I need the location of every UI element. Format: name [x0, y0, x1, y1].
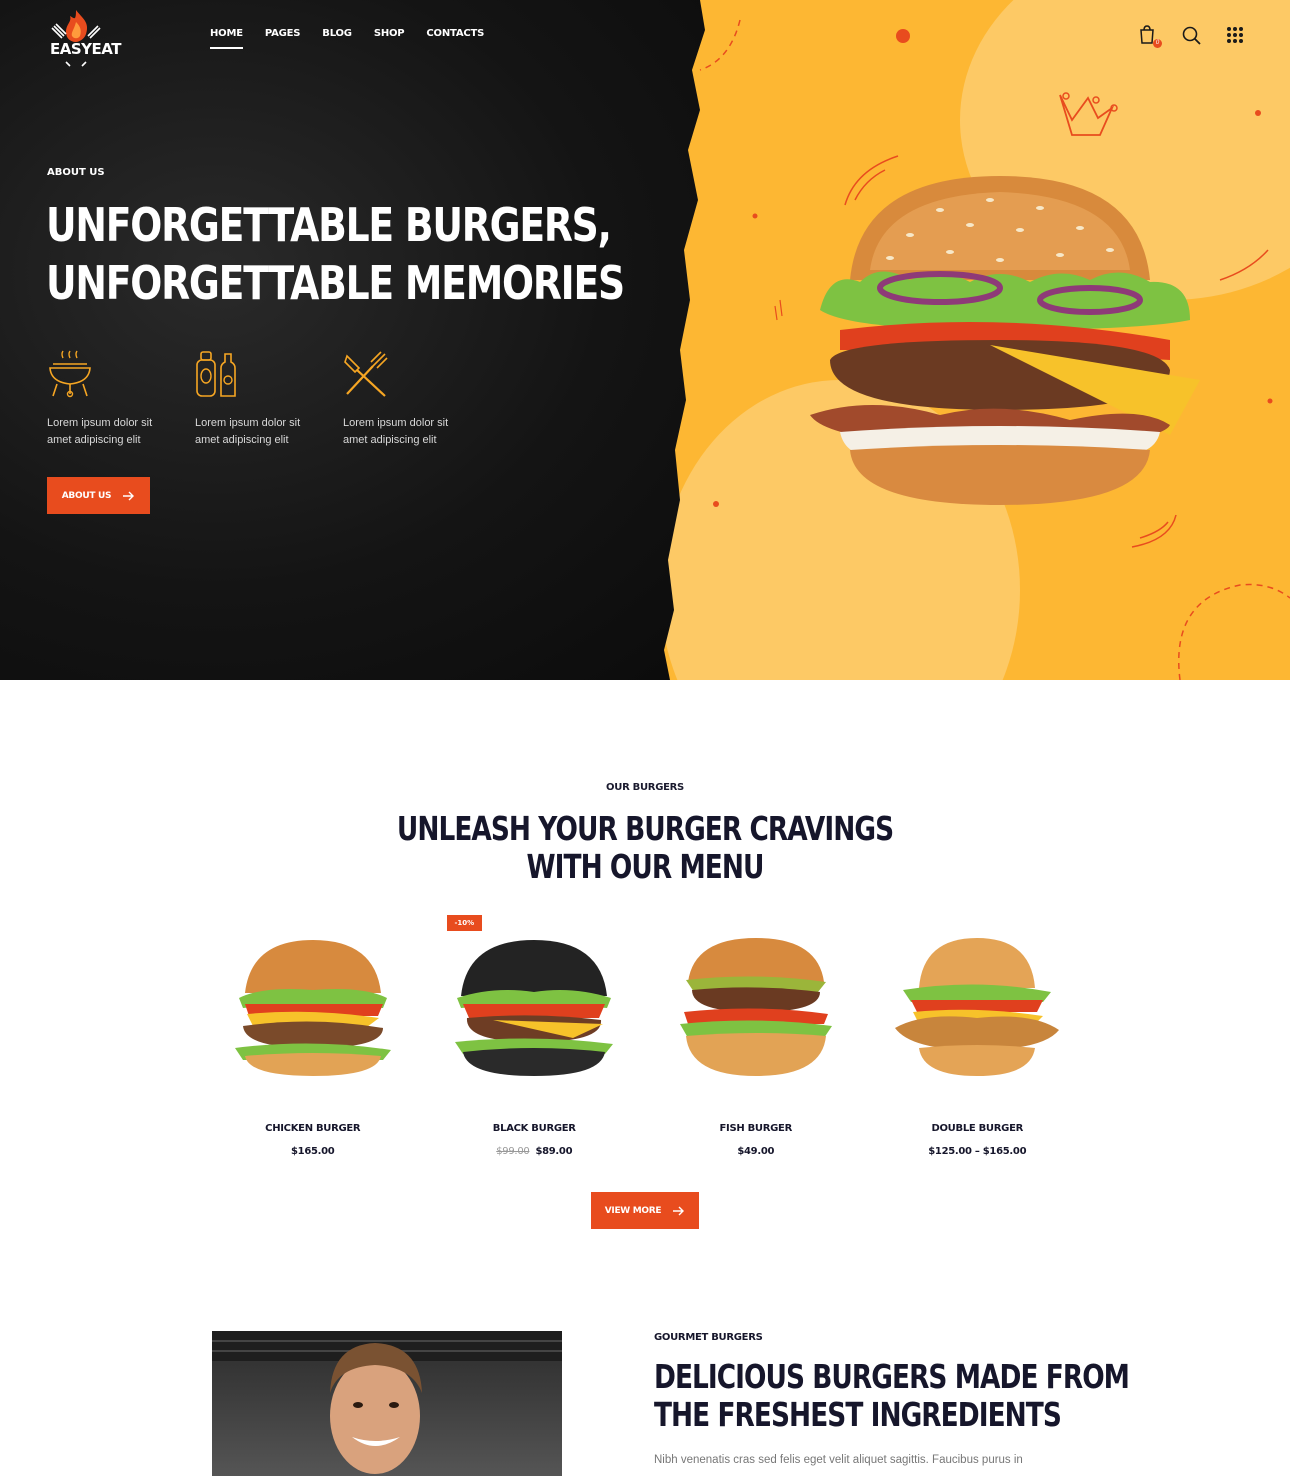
menu-title-line2: WITH OUR MENU: [526, 847, 765, 886]
product-card[interactable]: -10% BLACK BURGER $99.00 $89.00: [424, 915, 646, 1157]
product-name[interactable]: BLACK BURGER: [424, 1123, 646, 1134]
product-image[interactable]: [645, 920, 867, 1095]
logo-flame-icon[interactable]: [46, 6, 106, 68]
menu-eyebrow: OUR BURGERS: [606, 782, 684, 793]
sauce-bottles-icon: [196, 351, 236, 397]
hero-section: EASYEAT HOME PAGES BLOG SHOP CONTACTS 0 …: [0, 0, 1290, 680]
feature-text: Lorem ipsum dolor sit amet adipiscing el…: [47, 417, 153, 446]
cart-count-badge: 0: [1153, 39, 1162, 48]
spatula-fork-icon: [344, 351, 388, 397]
product-image[interactable]: [867, 920, 1089, 1095]
product-name[interactable]: CHICKEN BURGER: [202, 1123, 424, 1134]
product-price: $99.00 $89.00: [424, 1146, 646, 1157]
arrow-right-icon: [123, 491, 135, 500]
product-old-price: $99.00: [496, 1146, 530, 1157]
product-image[interactable]: [424, 920, 646, 1095]
product-list: CHICKEN BURGER $165.00 -10% BLACK BURGER…: [202, 915, 1089, 1157]
about-us-button[interactable]: ABOUT US: [47, 477, 150, 514]
gourmet-eyebrow: GOURMET BURGERS: [654, 1332, 763, 1343]
nav-shop[interactable]: SHOP: [374, 28, 405, 39]
chef-photo: [212, 1331, 562, 1476]
product-name[interactable]: FISH BURGER: [645, 1123, 867, 1134]
arrow-right-icon: [673, 1206, 685, 1215]
feature-item: Lorem ipsum dolor sit amet adipiscing el…: [343, 350, 473, 449]
gourmet-title-line2: THE FRESHEST INGREDIENTS: [654, 1395, 1062, 1434]
product-price: $125.00 – $165.00: [867, 1146, 1089, 1157]
search-icon[interactable]: [1180, 24, 1202, 46]
hero-eyebrow: ABOUT US: [47, 167, 105, 178]
product-price: $165.00: [202, 1146, 424, 1157]
feature-item: Lorem ipsum dolor sit amet adipiscing el…: [47, 350, 177, 449]
nav-blog[interactable]: BLOG: [322, 28, 352, 39]
feature-text: Lorem ipsum dolor sit amet adipiscing el…: [343, 417, 449, 446]
product-price-value: $125.00 – $165.00: [928, 1146, 1027, 1157]
main-nav: HOME PAGES BLOG SHOP CONTACTS: [210, 28, 484, 49]
discount-badge: -10%: [446, 915, 483, 931]
product-card[interactable]: DOUBLE BURGER $125.00 – $165.00: [867, 920, 1089, 1157]
product-image[interactable]: [202, 920, 424, 1095]
menu-title: UNLEASH YOUR BURGER CRAVINGS WITH OUR ME…: [129, 810, 1161, 886]
nav-pages[interactable]: PAGES: [265, 28, 301, 39]
feature-text: Lorem ipsum dolor sit amet adipiscing el…: [195, 417, 301, 446]
grid-menu-icon[interactable]: [1224, 24, 1246, 46]
view-more-button[interactable]: VIEW MORE: [591, 1192, 699, 1229]
hero-title-line2: UNFORGETTABLE MEMORIES: [46, 256, 625, 310]
feature-item: Lorem ipsum dolor sit amet adipiscing el…: [195, 350, 325, 449]
nav-contacts[interactable]: CONTACTS: [426, 28, 484, 39]
cart-icon[interactable]: 0: [1136, 24, 1162, 48]
about-us-button-label: ABOUT US: [61, 490, 112, 501]
product-price-value: $49.00: [737, 1146, 775, 1157]
product-price-value: $89.00: [535, 1146, 573, 1157]
hero-title: UNFORGETTABLE BURGERS, UNFORGETTABLE MEM…: [46, 196, 625, 312]
logo-text[interactable]: EASYEAT: [50, 40, 121, 58]
product-price-value: $165.00: [291, 1146, 335, 1157]
menu-title-line1: UNLEASH YOUR BURGER CRAVINGS: [396, 809, 894, 848]
product-card[interactable]: FISH BURGER $49.00: [645, 920, 867, 1157]
gourmet-text: Nibh venenatis cras sed felis eget velit…: [654, 1454, 1023, 1466]
hero-dark-panel: [0, 0, 705, 680]
gourmet-title-line1: DELICIOUS BURGERS MADE FROM: [654, 1357, 1130, 1396]
product-price: $49.00: [645, 1146, 867, 1157]
product-name[interactable]: DOUBLE BURGER: [867, 1123, 1089, 1134]
hero-burger-image: [810, 176, 1200, 505]
gourmet-title: DELICIOUS BURGERS MADE FROM THE FRESHEST…: [654, 1357, 1130, 1434]
header-icons: 0: [1136, 24, 1246, 48]
hero-title-line1: UNFORGETTABLE BURGERS,: [46, 198, 612, 252]
product-card[interactable]: CHICKEN BURGER $165.00: [202, 920, 424, 1157]
nav-home[interactable]: HOME: [210, 28, 243, 49]
grill-icon: [49, 350, 91, 398]
view-more-button-label: VIEW MORE: [604, 1205, 662, 1216]
